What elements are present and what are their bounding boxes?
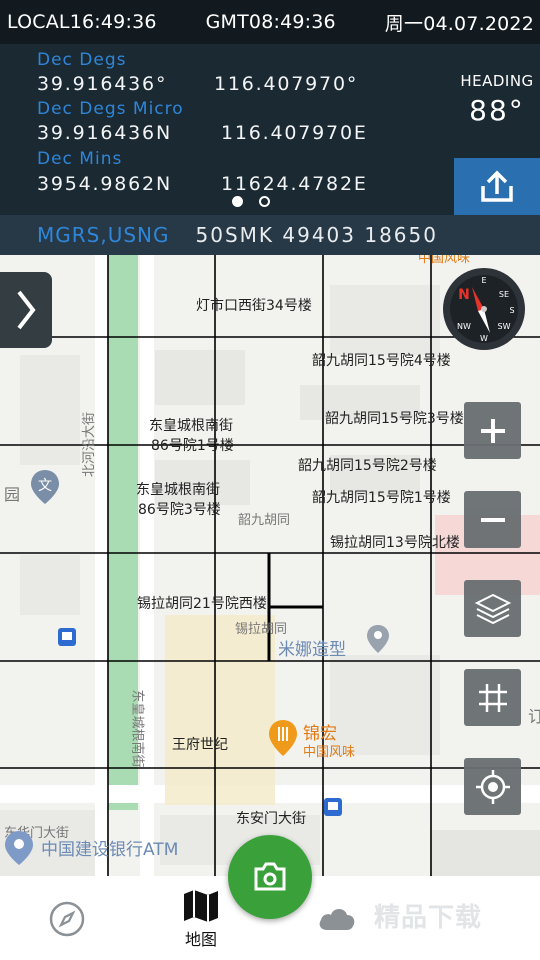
local-time: LOCAL16:49:36 [7, 11, 157, 33]
map-street-label: 韶九胡同 [238, 513, 291, 528]
map-label: 韶九胡同15号院3号楼 [325, 411, 464, 427]
chevron-right-icon [17, 290, 36, 330]
mgrs-value: 50SMK 49403 18650 [195, 223, 438, 247]
heading-box: HEADING 88° [454, 44, 540, 158]
poi-marker-icon[interactable] [366, 624, 390, 654]
heading-value: 88° [469, 94, 525, 127]
map-label: 园 [4, 485, 21, 504]
layers-icon [474, 593, 511, 624]
locate-icon [475, 769, 510, 804]
zoom-out-icon [480, 517, 505, 522]
svg-text:NW: NW [457, 322, 471, 331]
svg-text:S: S [509, 306, 514, 315]
layers-button[interactable] [464, 580, 521, 637]
map-label: 86号院1号楼 [151, 438, 234, 454]
dec-micro-lat: 39.916436N [37, 122, 172, 144]
bus-stop-icon[interactable] [58, 628, 76, 646]
dec-mins-label: Dec Mins [37, 149, 123, 169]
bus-stop-icon[interactable] [324, 798, 342, 816]
svg-text:SE: SE [499, 290, 509, 299]
dec-mins-lat: 3954.9862N [37, 173, 172, 195]
dec-degs-label: Dec Degs [37, 50, 127, 70]
dec-degs-lat: 39.916436° [37, 73, 168, 95]
map-poi-label: 米娜造型 [278, 640, 346, 660]
camera-button[interactable] [228, 835, 312, 919]
share-button[interactable] [454, 158, 540, 215]
compass-icon[interactable]: E SE S SW W NW N [442, 267, 526, 351]
map-label: 订 [528, 707, 540, 726]
svg-text:文: 文 [38, 478, 52, 494]
svg-text:N: N [458, 287, 470, 303]
map-label: 韶九胡同15号院1号楼 [312, 490, 451, 506]
share-icon [481, 170, 513, 202]
heading-label: HEADING [460, 72, 534, 90]
expand-panel-button[interactable] [0, 272, 52, 348]
map-background [0, 255, 540, 876]
map-label: 灯市口西街34号楼 [196, 298, 312, 314]
watermark: 精品下载 [374, 903, 483, 933]
map-street-label: 东安门大街 [236, 811, 306, 827]
svg-text:SW: SW [498, 322, 511, 331]
nav-map-label: 地图 [184, 930, 217, 949]
svg-text:E: E [481, 276, 486, 285]
zoom-in-icon [480, 418, 505, 443]
map-street-label: 北河沿大街 [82, 411, 98, 478]
gmt-time: GMT08:49:36 [205, 11, 336, 33]
locate-button[interactable] [464, 758, 521, 815]
zoom-in-button[interactable] [464, 402, 521, 459]
poi-marker-icon[interactable] [4, 830, 34, 866]
nav-map[interactable]: 地图 [182, 888, 220, 950]
map-street-label: 东皇城根南街 [129, 689, 145, 768]
page-dot-active[interactable] [232, 196, 243, 207]
grid-toggle-button[interactable] [464, 669, 521, 726]
map-poi-sublabel: 中国风味 [303, 745, 356, 760]
camera-icon [254, 862, 286, 891]
dec-mins-lon: 11624.4782E [221, 173, 368, 195]
cloud-icon [319, 909, 355, 930]
dec-micro-lon: 116.407970E [221, 122, 368, 144]
dec-degs-lon: 116.407970° [214, 73, 359, 95]
map-label: 86号院3号楼 [138, 502, 221, 518]
compass-nav-icon [49, 901, 85, 937]
map-label: 东皇城根南街 [149, 418, 233, 434]
nav-compass[interactable] [48, 900, 86, 938]
dec-micro-label: Dec Degs Micro [37, 99, 184, 119]
date: 周一04.07.2022 [384, 12, 534, 35]
status-bar: LOCAL16:49:36 GMT08:49:36 周一04.07.2022 [0, 0, 540, 44]
page-dot[interactable] [259, 196, 270, 207]
map-icon [184, 890, 218, 922]
map-view[interactable]: 灯市口西街34号楼 韶九胡同15号院4号楼 韶九胡同15号院3号楼 东皇城根南街… [0, 255, 540, 876]
mgrs-label: MGRS,USNG [37, 223, 170, 247]
map-label: 东皇城根南街 [136, 482, 220, 498]
map-poi-label: 中国建设银行ATM [41, 840, 179, 860]
restaurant-marker-icon[interactable] [268, 719, 298, 757]
svg-text:W: W [480, 334, 488, 343]
grid-icon [478, 683, 507, 712]
poi-marker-icon[interactable]: 文 [30, 469, 60, 505]
map-label: 锡拉胡同21号院西楼 [137, 596, 267, 612]
zoom-out-button[interactable] [464, 491, 521, 548]
map-label: 王府世纪 [172, 737, 228, 753]
coordinate-panel[interactable]: Dec Degs 39.916436° 116.407970° Dec Degs… [0, 44, 454, 215]
map-poi-sublabel: 中国风味 [418, 255, 471, 266]
nav-weather[interactable] [317, 902, 357, 932]
map-label: 韶九胡同15号院4号楼 [312, 353, 451, 369]
page-indicator[interactable] [232, 196, 270, 207]
map-label: 韶九胡同15号院2号楼 [298, 458, 437, 474]
map-label: 锡拉胡同13号院北楼 [330, 535, 460, 551]
mgrs-bar: MGRS,USNG 50SMK 49403 18650 [0, 215, 540, 255]
